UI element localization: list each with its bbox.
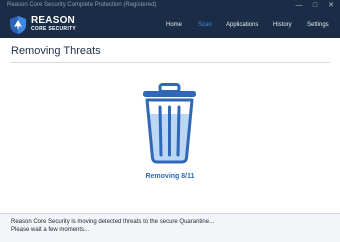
close-button[interactable]: ✕ (326, 1, 336, 11)
status-footer: Reason Core Security is moving detected … (0, 213, 340, 242)
brand: REASON CORE SECURITY (31, 16, 76, 33)
brand-name: REASON (31, 15, 75, 26)
nav-home[interactable]: Home (166, 22, 182, 28)
window-title: Reason Core Security Complete Protection… (7, 2, 157, 8)
progress-label: Removing 8/11 (145, 173, 195, 180)
trash-icon (143, 83, 196, 164)
nav-history[interactable]: History (273, 22, 292, 28)
minimize-button[interactable]: — (294, 1, 304, 11)
brand-subtitle: CORE SECURITY (31, 26, 77, 32)
maximize-button[interactable]: □ (310, 1, 320, 11)
title-bar: Reason Core Security Complete Protection… (0, 0, 340, 13)
divider (10, 62, 330, 63)
page-title: Removing Threats (11, 45, 101, 57)
window-controls: — □ ✕ (294, 1, 336, 11)
status-wait-message: Please wait a few moments... (11, 227, 90, 233)
shield-icon (10, 16, 26, 34)
nav-settings[interactable]: Settings (307, 22, 329, 28)
app-window: Reason Core Security Complete Protection… (0, 0, 340, 242)
nav-applications[interactable]: Applications (226, 22, 258, 28)
status-message: Reason Core Security is moving detected … (11, 219, 215, 225)
nav-scan[interactable]: Scan (198, 22, 212, 28)
app-header: REASON CORE SECURITY Home Scan Applicati… (0, 13, 340, 38)
main-content: Removing Threats Removing 8/11 (0, 38, 340, 213)
